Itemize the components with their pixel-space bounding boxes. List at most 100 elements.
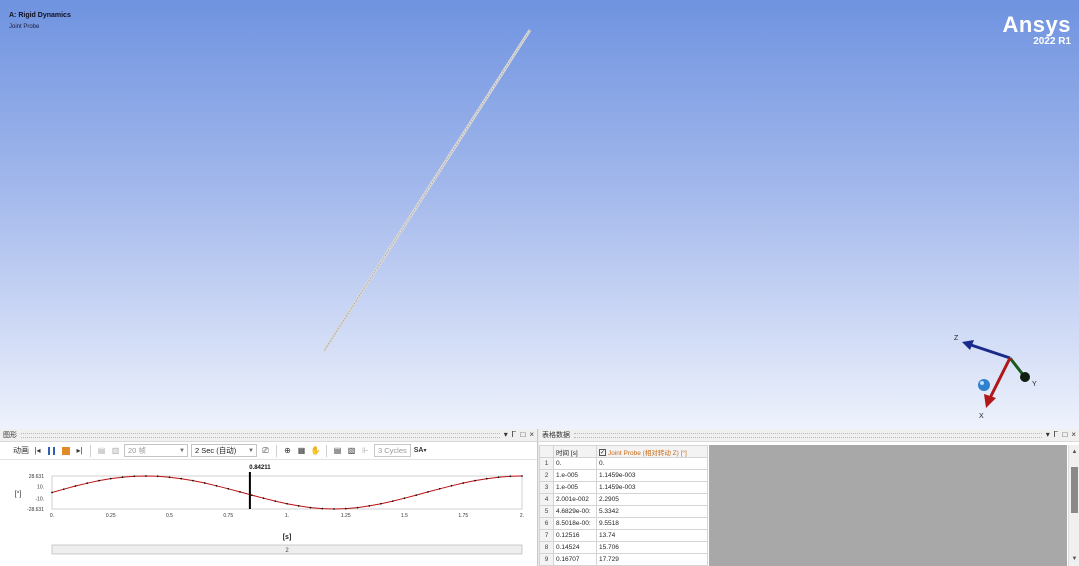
- chart-options-icon[interactable]: ▤: [332, 444, 343, 457]
- row-number[interactable]: 1: [539, 457, 554, 470]
- table-row[interactable]: 2 1.e-005 1.1459e-003: [539, 469, 708, 482]
- row-number[interactable]: 3: [539, 481, 554, 494]
- y-axis-head: [1020, 372, 1030, 382]
- row-number[interactable]: 8: [539, 541, 554, 554]
- row-number[interactable]: 4: [539, 493, 554, 506]
- close-button[interactable]: ×: [1071, 430, 1076, 440]
- scroll-up-icon[interactable]: ▲: [1069, 449, 1079, 455]
- speed-select[interactable]: 2 Sec (自动) ▼: [191, 444, 257, 457]
- graphics-viewport[interactable]: A: Rigid Dynamics Joint Probe Ansys 2022…: [0, 0, 1079, 429]
- table-row[interactable]: 1 0. 0.: [539, 457, 708, 470]
- row-number[interactable]: 9: [539, 553, 554, 566]
- time-cell[interactable]: 0.14524: [553, 541, 597, 554]
- table-panel-title: 表格数据: [542, 432, 570, 439]
- maximize-button[interactable]: □: [1062, 430, 1067, 440]
- export-video-icon[interactable]: ⎚: [260, 444, 271, 457]
- checkbox-icon[interactable]: ✓: [599, 449, 606, 457]
- corner-cell[interactable]: [539, 445, 554, 458]
- time-cell[interactable]: 0.16707: [553, 553, 597, 566]
- x-tick-label: 1.75: [458, 513, 468, 519]
- panel-grip[interactable]: [574, 433, 1042, 438]
- step-forward-icon[interactable]: ▸|: [74, 444, 85, 457]
- empty-table-area: [709, 445, 1067, 566]
- probe-value-cell[interactable]: 1.1459e-003: [596, 469, 708, 482]
- probe-chart[interactable]: 28.631 10. -10. -28.631 0. 0.25 0.5 0.75 1. 1.25…: [0, 461, 538, 566]
- data-point: [356, 506, 359, 509]
- row-number[interactable]: 2: [539, 469, 554, 482]
- data-point: [344, 507, 347, 510]
- pin-icon[interactable]: Ꮁ: [512, 430, 517, 440]
- x-tick-label: 1.: [285, 513, 289, 519]
- row-number[interactable]: 7: [539, 529, 554, 542]
- data-point: [180, 477, 183, 480]
- probe-value-cell[interactable]: 2.2905: [596, 493, 708, 506]
- probe-value-cell[interactable]: 15.706: [596, 541, 708, 554]
- time-cell[interactable]: 0.12516: [553, 529, 597, 542]
- probe-value-cell[interactable]: 1.1459e-003: [596, 481, 708, 494]
- panel-menu-button[interactable]: ▾: [504, 430, 508, 440]
- stop-button[interactable]: [60, 444, 71, 457]
- row-number[interactable]: 5: [539, 505, 554, 518]
- table-row[interactable]: 8 0.14524 15.706: [539, 541, 708, 554]
- probe-value-cell[interactable]: 13.74: [596, 529, 708, 542]
- table-row[interactable]: 6 8.5018e-00: 9.5518: [539, 517, 708, 530]
- data-point: [168, 476, 171, 479]
- time-cell[interactable]: 1.e-005: [553, 469, 597, 482]
- probe-value-cell[interactable]: 9.5518: [596, 517, 708, 530]
- close-button[interactable]: ×: [529, 430, 534, 440]
- chart-x-ticks: 0. 0.25 0.5 0.75 1. 1.25 1.5 1.75 2.: [50, 513, 524, 519]
- time-cell[interactable]: 0.: [553, 457, 597, 470]
- triad-sphere-highlight: [980, 381, 984, 385]
- cycles-button[interactable]: 3 Cycles: [374, 444, 411, 457]
- cycle-icon[interactable]: ⊩: [360, 444, 371, 457]
- time-cell[interactable]: 4.6829e-00:: [553, 505, 597, 518]
- data-point: [462, 482, 465, 484]
- pan-icon[interactable]: ✋: [310, 444, 321, 457]
- panel-grip[interactable]: [21, 433, 500, 438]
- data-point: [403, 497, 406, 500]
- grid-icon[interactable]: ▦: [296, 444, 307, 457]
- toolbar-divider: [90, 444, 91, 457]
- sa-button[interactable]: SA ▾: [414, 444, 427, 457]
- data-point: [368, 505, 371, 507]
- probe-value-cell[interactable]: 5.3342: [596, 505, 708, 518]
- result-sets-icon[interactable]: ▥: [110, 444, 121, 457]
- data-point: [227, 487, 230, 490]
- time-cell[interactable]: 1.e-005: [553, 481, 597, 494]
- table-row[interactable]: 4 2.001e-002 2.2905: [539, 493, 708, 506]
- probe-value-cell[interactable]: 0.: [596, 457, 708, 470]
- column-header-probe[interactable]: ✓ Joint Probe (相对转动 Z) [°]: [596, 445, 708, 458]
- time-cell[interactable]: 2.001e-002: [553, 493, 597, 506]
- probe-value-cell[interactable]: 17.729: [596, 553, 708, 566]
- maximize-button[interactable]: □: [520, 430, 525, 440]
- data-point: [497, 476, 500, 479]
- vertical-scrollbar[interactable]: ▲ ▼: [1068, 445, 1079, 566]
- column-header-time[interactable]: 时间 [s]: [553, 445, 597, 458]
- scroll-down-icon[interactable]: ▼: [1069, 556, 1079, 562]
- table-row[interactable]: 9 0.16707 17.729: [539, 553, 708, 566]
- row-number[interactable]: 6: [539, 517, 554, 530]
- pin-icon[interactable]: Ꮁ: [1054, 430, 1059, 440]
- stop-icon: [61, 446, 70, 455]
- frames-select[interactable]: 20 帧 ▼: [124, 444, 188, 457]
- table-row[interactable]: 7 0.12516 13.74: [539, 529, 708, 542]
- panel-menu-button[interactable]: ▾: [1046, 430, 1050, 440]
- step-back-icon[interactable]: |◂: [32, 444, 43, 457]
- x-tick-label: 2.: [520, 513, 524, 519]
- y-axis-unit: [°]: [15, 490, 22, 498]
- scrollbar-thumb[interactable]: [1071, 467, 1078, 513]
- model-geometry[interactable]: [0, 0, 1079, 429]
- x-axis-unit: [s]: [283, 534, 292, 541]
- data-point: [297, 505, 300, 507]
- table-row[interactable]: 5 4.6829e-00: 5.3342: [539, 505, 708, 518]
- data-point: [391, 500, 394, 503]
- legend-icon[interactable]: ▧: [346, 444, 357, 457]
- table-row[interactable]: 3 1.e-005 1.1459e-003: [539, 481, 708, 494]
- zoom-icon[interactable]: ⊕: [282, 444, 293, 457]
- data-point: [321, 507, 324, 510]
- distributed-icon[interactable]: ▤: [96, 444, 107, 457]
- data-point: [333, 508, 335, 510]
- time-cell[interactable]: 8.5018e-00:: [553, 517, 597, 530]
- axis-triad[interactable]: Z Y X: [946, 326, 1046, 422]
- pause-button[interactable]: [46, 444, 57, 457]
